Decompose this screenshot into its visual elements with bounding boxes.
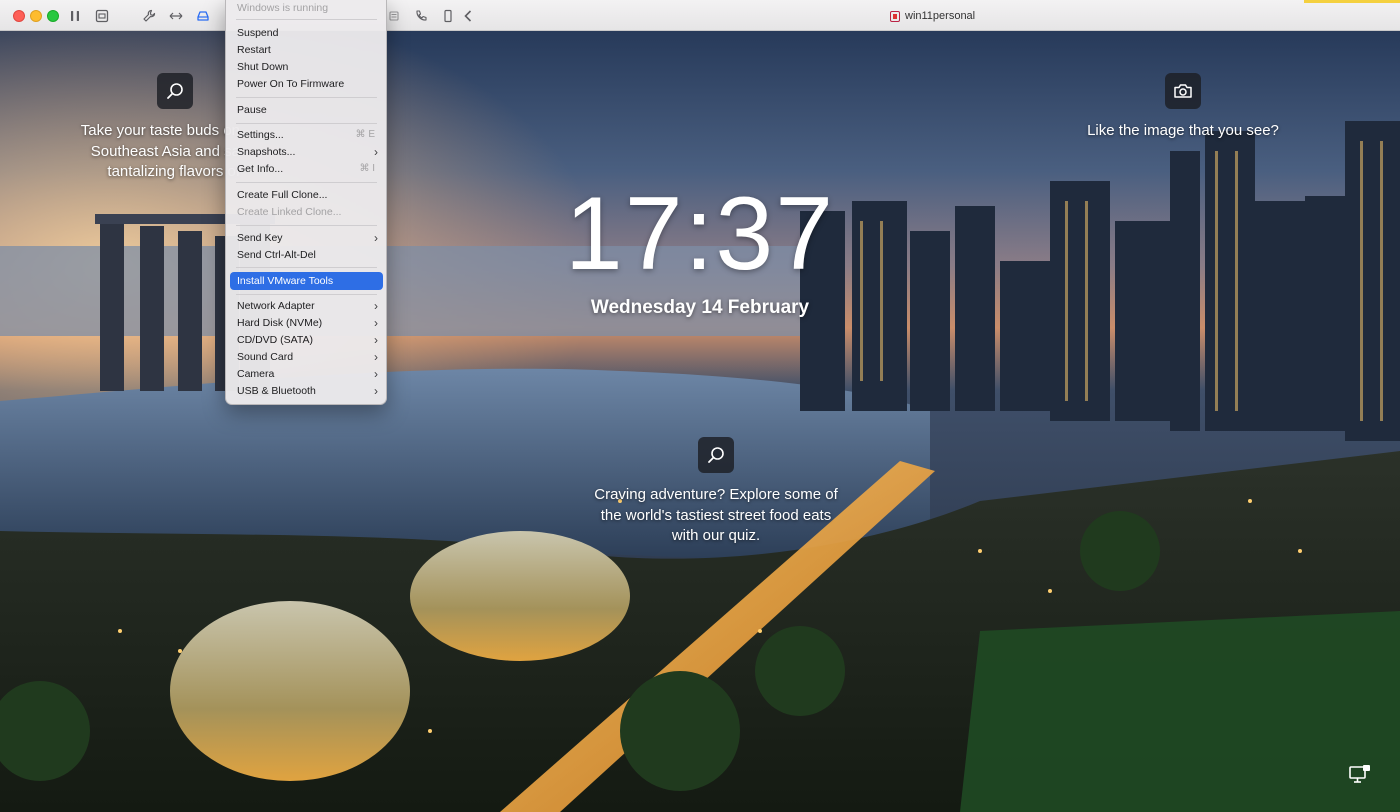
vm-library-icon[interactable] [94,8,110,24]
network-icon[interactable] [1348,764,1372,786]
center-card-line: the world's tastiest street food eats [600,506,832,524]
menu-separator [236,97,377,98]
back-chevron-icon[interactable] [460,8,476,24]
menu-item-label: Power On To Firmware [237,78,345,90]
submenu-chevron-icon: › [374,299,378,313]
menu-item-create-linked-clone: Create Linked Clone... [230,204,383,220]
menu-item-suspend[interactable]: Suspend [230,25,383,41]
menu-item-label: Settings... [237,129,284,141]
pause-icon[interactable] [67,8,83,24]
menu-separator [236,182,377,183]
window-titlebar: win11personal [0,0,1400,31]
window-title: win11personal [890,8,975,24]
window-title-text: win11personal [905,10,976,22]
menu-separator [236,19,377,20]
submenu-chevron-icon: › [374,350,378,364]
menu-item-label: Get Info... [237,163,284,175]
left-card-line: Southeast Asia and sa [90,142,240,160]
center-card-line: Craving adventure? Explore some of [594,486,838,503]
menu-separator [236,294,377,295]
menu-item-create-full-clone[interactable]: Create Full Clone... [230,187,383,203]
menu-item-camera[interactable]: Camera › [230,366,383,382]
menu-separator [236,267,377,268]
menu-item-network-adapter[interactable]: Network Adapter › [230,298,383,314]
menu-item-shut-down[interactable]: Shut Down [230,59,383,75]
resize-icon[interactable] [168,8,184,24]
menu-item-cd-dvd[interactable]: CD/DVD (SATA) › [230,332,383,348]
menu-shortcut: ⌘ I [359,163,375,174]
vm-icon [890,10,900,22]
menu-item-label: CD/DVD (SATA) [237,334,314,346]
menu-item-pause[interactable]: Pause [230,102,383,118]
phone-icon[interactable] [413,8,429,24]
submenu-chevron-icon: › [374,384,378,398]
camera-button[interactable] [1165,73,1201,109]
status-strip [1304,0,1400,3]
center-card-text[interactable]: Craving adventure? Explore some of the w… [566,485,866,547]
menu-item-label: Hard Disk (NVMe) [237,317,323,329]
menu-item-label: USB & Bluetooth [237,385,316,397]
menu-item-settings[interactable]: Settings... ⌘ E [230,127,383,143]
menu-item-label: Create Linked Clone... [237,206,342,218]
search-icon [167,83,183,99]
menu-separator [236,225,377,226]
menu-item-label: Camera [237,368,275,380]
menu-item-power-on-firmware[interactable]: Power On To Firmware [230,76,383,92]
menu-item-label: Send Ctrl-Alt-Del [237,249,316,261]
device-icon[interactable] [440,8,456,24]
submenu-chevron-icon: › [374,316,378,330]
submenu-chevron-icon: › [374,367,378,381]
menu-item-label: Shut Down [237,61,289,73]
submenu-chevron-icon: › [374,333,378,347]
menu-item-label: Network Adapter [237,300,315,312]
left-card-search-button[interactable] [157,73,193,109]
menu-item-label: Sound Card [237,351,294,363]
right-card-text[interactable]: Like the image that you see? [1060,121,1306,142]
center-card-line: with our quiz. [671,527,761,544]
menu-item-restart[interactable]: Restart [230,42,383,58]
menu-item-hard-disk[interactable]: Hard Disk (NVMe) › [230,315,383,331]
menu-item-label: Suspend [237,27,279,39]
submenu-chevron-icon: › [374,145,378,159]
lock-clock: 17:37 [564,176,836,292]
search-icon [708,447,724,463]
lock-date: Wednesday 14 February [590,297,810,318]
minimize-window-button[interactable] [30,10,42,22]
close-window-button[interactable] [13,10,25,22]
virtual-machine-menu: Windows is running Suspend Restart Shut … [225,0,387,405]
menu-status: Windows is running [237,2,329,14]
menu-item-send-ctrl-alt-del[interactable]: Send Ctrl-Alt-Del [230,247,383,263]
menu-item-label: Install VMware Tools [237,275,334,287]
left-card-line: tantalizing flavors of [107,163,240,180]
submenu-chevron-icon: › [374,231,378,245]
maximize-window-button[interactable] [47,10,59,22]
menu-item-label: Restart [237,44,271,56]
wrench-icon[interactable] [141,8,157,24]
left-card-line: Take your taste buds on [80,122,240,139]
menu-item-sound-card[interactable]: Sound Card › [230,349,383,365]
camera-icon [1174,84,1192,98]
menu-item-label: Pause [237,104,267,116]
menu-separator [236,123,377,124]
menu-item-send-key[interactable]: Send Key › [230,230,383,246]
center-card-search-button[interactable] [698,437,734,473]
disk-drive-icon[interactable] [195,8,211,24]
menu-item-label: Create Full Clone... [237,189,328,201]
menu-item-label: Snapshots... [237,146,296,158]
usb-icon[interactable] [386,8,402,24]
left-card-text[interactable]: Take your taste buds on Southeast Asia a… [40,121,240,183]
menu-shortcut: ⌘ E [355,129,375,140]
menu-item-snapshots[interactable]: Snapshots... › [230,144,383,160]
menu-item-label: Send Key [237,232,283,244]
menu-item-get-info[interactable]: Get Info... ⌘ I [230,161,383,177]
menu-item-usb-bluetooth[interactable]: USB & Bluetooth › [230,383,383,399]
menu-item-install-vmware-tools[interactable]: Install VMware Tools [230,272,383,290]
